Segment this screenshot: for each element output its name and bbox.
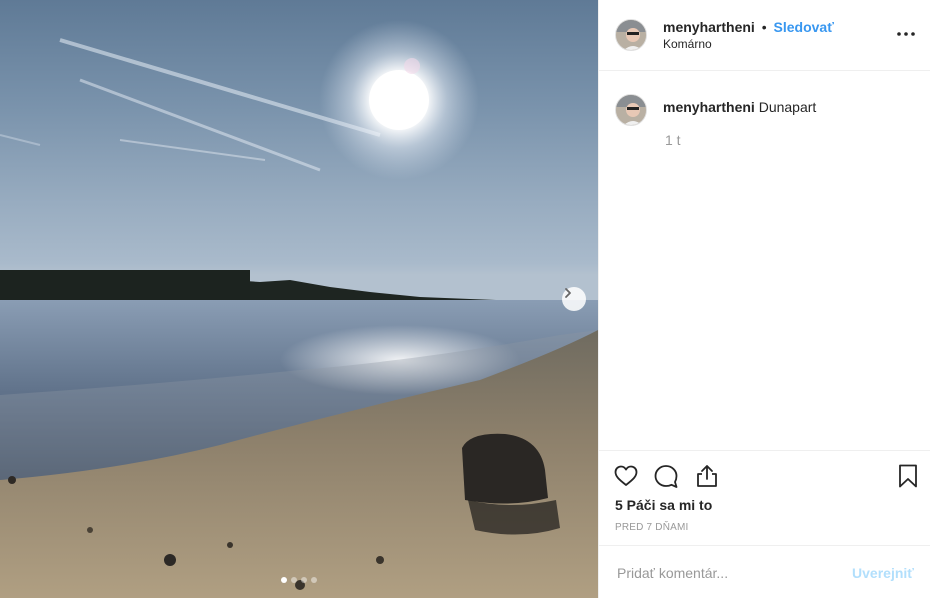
post-date[interactable]: PRED 7 DŇAMI	[615, 522, 689, 533]
caption-avatar[interactable]	[615, 94, 647, 126]
avatar-image	[616, 95, 646, 125]
comment-form: Uverejniť	[599, 545, 930, 599]
username-link[interactable]: menyhartheni	[663, 19, 755, 35]
carousel-dot	[301, 577, 307, 583]
caption-username[interactable]: menyhartheni	[663, 99, 755, 115]
post-sidebar: menyhartheni • Sledovať Komárno menyhart…	[598, 0, 930, 598]
like-button[interactable]	[613, 463, 639, 489]
caption-text: Dunapart	[758, 99, 817, 115]
carousel-dot	[311, 577, 317, 583]
beach-photo-graphic	[0, 20, 598, 598]
post-actions: 5 Páči sa mi to PRED 7 DŇAMI Uverejniť	[599, 450, 930, 598]
post-comment-button[interactable]: Uverejniť	[852, 565, 914, 581]
comment-input[interactable]	[615, 563, 853, 582]
carousel-indicator	[0, 577, 598, 583]
more-icon	[897, 32, 915, 36]
share-button[interactable]	[694, 463, 720, 489]
carousel-dot	[291, 577, 297, 583]
location-link[interactable]: Komárno	[663, 36, 834, 52]
post-photo[interactable]	[0, 0, 598, 598]
avatar-image	[616, 20, 646, 50]
follow-button[interactable]: Sledovať	[774, 19, 834, 35]
post-header: menyhartheni • Sledovať Komárno	[599, 0, 930, 71]
next-slide-button[interactable]	[562, 287, 586, 311]
bookmark-icon	[899, 464, 917, 488]
comment-button[interactable]	[653, 463, 679, 489]
avatar[interactable]	[615, 19, 647, 51]
caption-timestamp[interactable]: 1 t	[665, 132, 930, 148]
chevron-right-icon	[565, 288, 571, 298]
comment-icon	[654, 465, 678, 488]
separator: •	[761, 19, 767, 35]
more-options-button[interactable]	[896, 24, 916, 44]
likes-count[interactable]: 5 Páči sa mi to	[615, 497, 712, 513]
caption: menyhartheni Dunapart	[599, 71, 930, 126]
save-button[interactable]	[895, 463, 921, 489]
heart-icon	[614, 465, 638, 486]
carousel-dot	[281, 577, 287, 583]
share-icon	[697, 465, 717, 487]
